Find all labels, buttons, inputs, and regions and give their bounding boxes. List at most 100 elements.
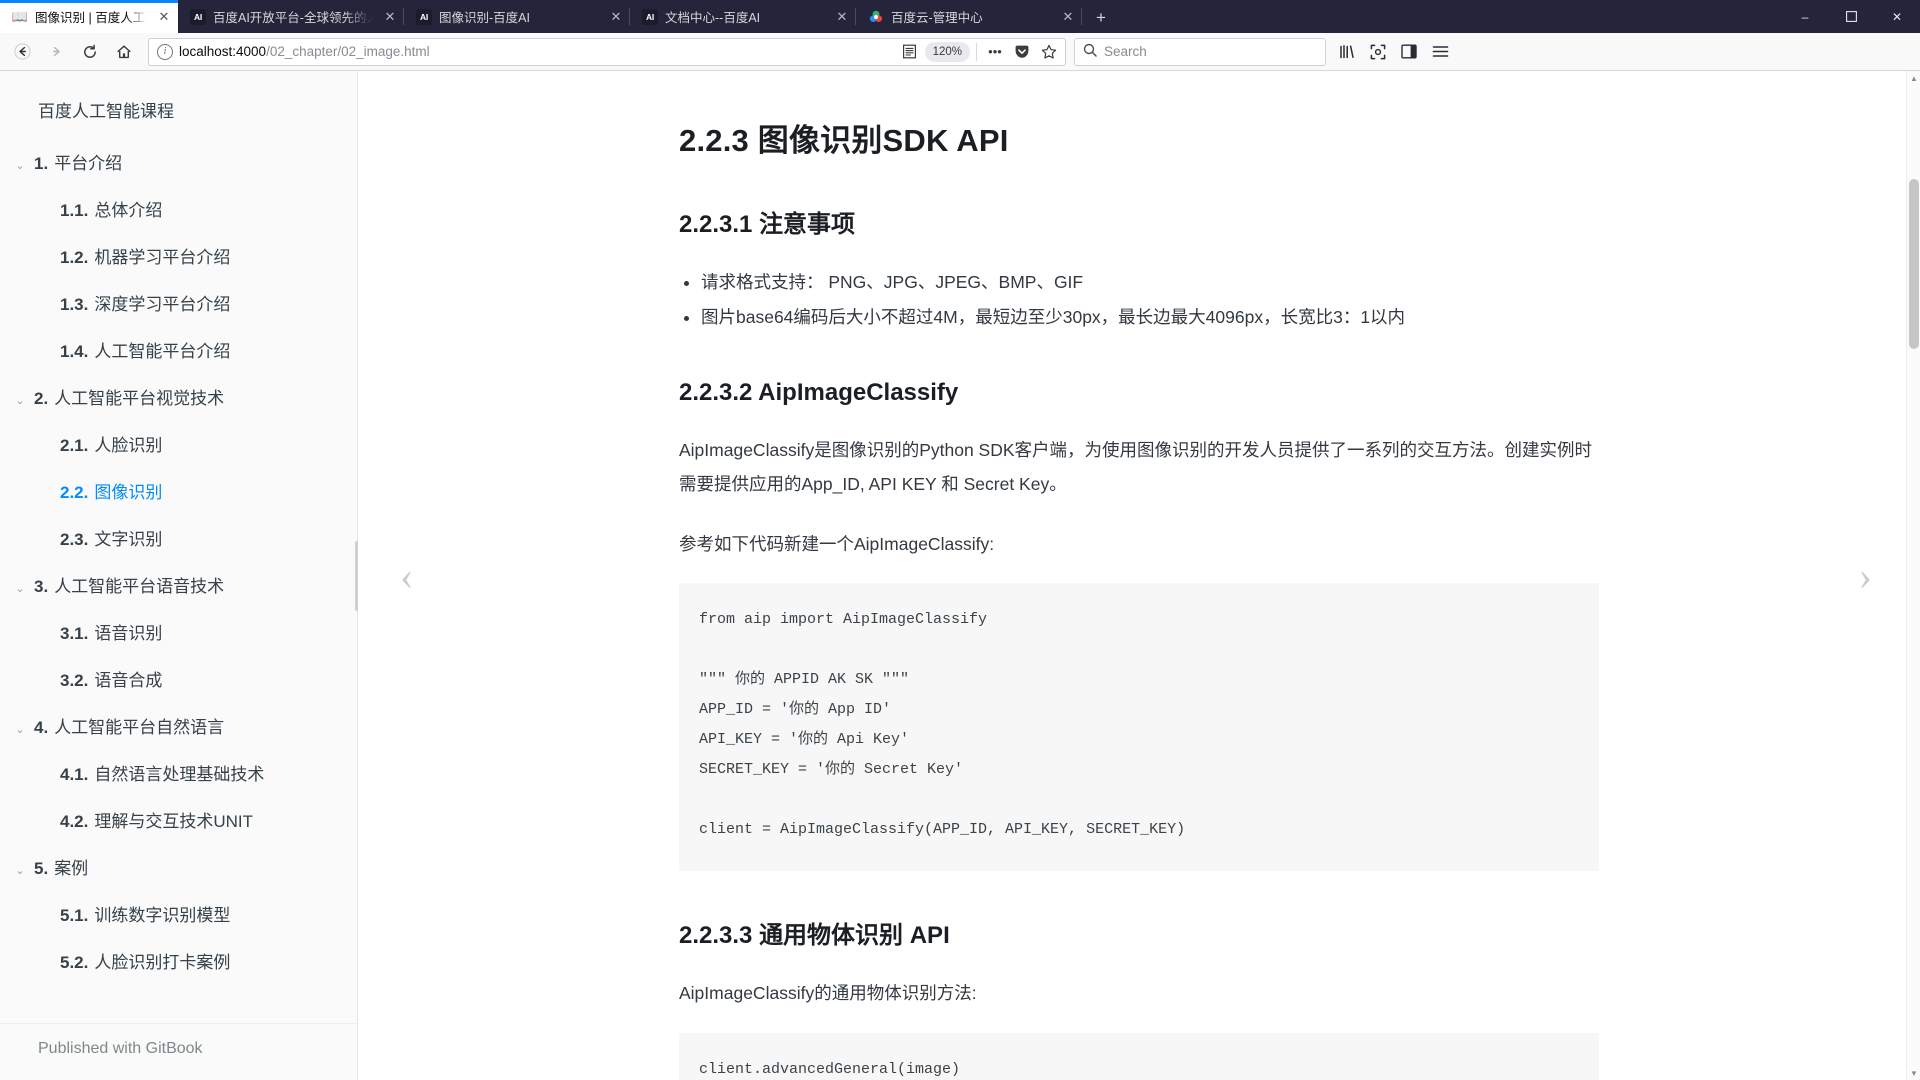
sidebar-item-label: 图像识别 — [94, 483, 163, 502]
browser-tab-4[interactable]: AI 文档中心--百度AI ✕ — [630, 0, 856, 33]
close-icon[interactable]: ✕ — [380, 7, 400, 27]
sidebar-item-number: 1.2. — [60, 248, 89, 267]
pocket-icon[interactable] — [1010, 40, 1034, 64]
sidebar-item-label: 深度学习平台介绍 — [94, 295, 231, 314]
sidebar-item-2-2[interactable]: 2.2. 图像识别 — [0, 467, 357, 514]
chevron-down-icon[interactable]: ⌄ — [12, 394, 28, 407]
sidebar-item-1-2[interactable]: 1.2. 机器学习平台介绍 — [0, 232, 357, 279]
close-icon[interactable]: ✕ — [1058, 7, 1078, 27]
sidebar-toggle-icon[interactable] — [1394, 37, 1424, 67]
close-window-button[interactable]: ✕ — [1874, 0, 1920, 33]
sidebar-item-label: 理解与交互技术UNIT — [94, 812, 254, 831]
sidebar-item-chapter-2[interactable]: ⌄ 2. 人工智能平台视觉技术 — [0, 373, 357, 420]
scrollbar-thumb[interactable] — [1909, 179, 1919, 349]
address-bar[interactable]: i localhost:4000/02_chapter/02_image.htm… — [148, 37, 1066, 66]
list-item: 请求格式支持： PNG、JPG、JPEG、BMP、GIF — [701, 265, 1599, 300]
home-icon[interactable] — [108, 37, 140, 67]
browser-tab-5[interactable]: 百度云-管理中心 ✕ — [856, 0, 1082, 33]
gitbook-credit[interactable]: Published with GitBook — [0, 1023, 357, 1080]
browser-tab-1[interactable]: 📖 图像识别 | 百度人工智能课程 ✕ — [0, 0, 178, 33]
section-heading-notes: 2.2.3.1 注意事项 — [679, 211, 856, 238]
search-box[interactable]: Search — [1074, 37, 1326, 66]
section-heading-classify: 2.2.3.2 AipImageClassify — [679, 379, 959, 406]
reload-icon[interactable] — [74, 37, 106, 67]
browser-tab-3[interactable]: AI 图像识别-百度AI ✕ — [404, 0, 630, 33]
screenshot-icon[interactable] — [1363, 37, 1393, 67]
browser-window: 📖 图像识别 | 百度人工智能课程 ✕ AI 百度AI开放平台-全球领先的人 ✕… — [0, 0, 1920, 1080]
tab-title: 图像识别-百度AI — [439, 11, 530, 25]
sidebar-item-chapter-4[interactable]: ⌄ 4. 人工智能平台自然语言 — [0, 702, 357, 749]
sidebar-item-label: 自然语言处理基础技术 — [94, 765, 265, 784]
toolbar-right-actions — [1332, 37, 1455, 67]
notes-list: 请求格式支持： PNG、JPG、JPEG、BMP、GIF 图片base64编码后… — [679, 265, 1599, 335]
code-block-create-client: from aip import AipImageClassify """ 你的 … — [679, 583, 1599, 872]
sidebar-item-1-4[interactable]: 1.4. 人工智能平台介绍 — [0, 326, 357, 373]
bookmark-star-icon[interactable] — [1037, 40, 1061, 64]
browser-tab-2[interactable]: AI 百度AI开放平台-全球领先的人 ✕ — [178, 0, 404, 33]
sidebar-item-number: 5. — [34, 859, 49, 878]
page-title: 2.2.3 图像识别SDK API — [679, 123, 1009, 158]
search-icon — [1083, 43, 1097, 60]
paragraph-general: AipImageClassify的通用物体识别方法: — [679, 983, 977, 1004]
page-scrollbar[interactable]: ▲ ▼ — [1906, 71, 1920, 1080]
list-item: 图片base64编码后大小不超过4M，最短边至少30px，最长边最大4096px… — [701, 300, 1599, 335]
reader-view-icon[interactable] — [898, 40, 922, 64]
page-info-icon[interactable]: i — [157, 43, 173, 60]
previous-page-arrow[interactable]: ‹ — [400, 555, 413, 596]
chevron-down-icon[interactable]: ⌄ — [12, 864, 28, 877]
sidebar-item-2-1[interactable]: 2.1. 人脸识别 — [0, 420, 357, 467]
sidebar-item-number: 1.1. — [60, 201, 89, 220]
sidebar-item-label: 案例 — [54, 859, 89, 878]
sidebar-item-3-2[interactable]: 3.2. 语音合成 — [0, 655, 357, 702]
close-icon[interactable]: ✕ — [832, 7, 852, 27]
back-icon[interactable] — [6, 37, 38, 67]
book-sidebar: 百度人工智能课程 ⌄ 1. 平台介绍 1.1. 总体介绍 1.2. 机器学习平台… — [0, 71, 359, 1080]
sidebar-item-4-2[interactable]: 4.2. 理解与交互技术UNIT — [0, 796, 357, 843]
sidebar-item-label: 总体介绍 — [94, 201, 163, 220]
app-menu-icon[interactable] — [1425, 37, 1455, 67]
maximize-button[interactable] — [1828, 0, 1874, 33]
sidebar-item-5-2[interactable]: 5.2. 人脸识别打卡案例 — [0, 937, 357, 984]
sidebar-item-label: 训练数字识别模型 — [94, 906, 231, 925]
sidebar-item-1-1[interactable]: 1.1. 总体介绍 — [0, 185, 357, 232]
scroll-up-icon[interactable]: ▲ — [1907, 71, 1920, 85]
next-page-arrow[interactable]: › — [1859, 555, 1872, 596]
minimize-button[interactable]: – — [1782, 0, 1828, 33]
url-text: localhost:4000/02_chapter/02_image.html — [179, 44, 892, 59]
sidebar-item-chapter-1[interactable]: ⌄ 1. 平台介绍 — [0, 138, 357, 185]
sidebar-item-label: 人工智能平台介绍 — [94, 342, 231, 361]
close-icon[interactable]: ✕ — [606, 7, 626, 27]
close-icon[interactable]: ✕ — [154, 7, 174, 27]
forward-icon[interactable] — [40, 37, 72, 67]
paragraph-classify-intro: AipImageClassify是图像识别的Python SDK客户端，为使用图… — [679, 440, 1593, 495]
sidebar-item-number: 1.4. — [60, 342, 89, 361]
scroll-down-icon[interactable]: ▼ — [1907, 1066, 1920, 1080]
book-title: 百度人工智能课程 — [38, 102, 174, 121]
sidebar-item-number: 3. — [34, 577, 49, 596]
sidebar-item-number: 2.3. — [60, 530, 89, 549]
tab-strip: 📖 图像识别 | 百度人工智能课程 ✕ AI 百度AI开放平台-全球领先的人 ✕… — [0, 0, 1920, 33]
url-path: /02_chapter/02_image.html — [266, 44, 430, 59]
sidebar-item-2-3[interactable]: 2.3. 文字识别 — [0, 514, 357, 561]
code-line: APP_ID = '你的 App ID' — [699, 701, 892, 719]
sidebar-item-5-1[interactable]: 5.1. 训练数字识别模型 — [0, 890, 357, 937]
paragraph-classify-example: 参考如下代码新建一个AipImageClassify: — [679, 534, 995, 555]
navigation-toolbar: i localhost:4000/02_chapter/02_image.htm… — [0, 33, 1920, 71]
sidebar-item-chapter-5[interactable]: ⌄ 5. 案例 — [0, 843, 357, 890]
chevron-down-icon[interactable]: ⌄ — [12, 582, 28, 595]
library-icon[interactable] — [1332, 37, 1362, 67]
search-placeholder: Search — [1104, 44, 1147, 59]
chevron-down-icon[interactable]: ⌄ — [12, 723, 28, 736]
new-tab-button[interactable]: + — [1086, 3, 1116, 33]
page-actions-icon[interactable]: ••• — [983, 40, 1007, 64]
sidebar-item-4-1[interactable]: 4.1. 自然语言处理基础技术 — [0, 749, 357, 796]
sidebar-item-number: 3.2. — [60, 671, 89, 690]
chevron-down-icon[interactable]: ⌄ — [12, 159, 28, 172]
sidebar-item-3-1[interactable]: 3.1. 语音识别 — [0, 608, 357, 655]
address-bar-actions: 120% ••• — [898, 40, 1061, 64]
sidebar-item-label: 人脸识别打卡案例 — [94, 953, 231, 972]
zoom-level-indicator[interactable]: 120% — [924, 41, 970, 62]
sidebar-item-chapter-3[interactable]: ⌄ 3. 人工智能平台语音技术 — [0, 561, 357, 608]
sidebar-item-1-3[interactable]: 1.3. 深度学习平台介绍 — [0, 279, 357, 326]
